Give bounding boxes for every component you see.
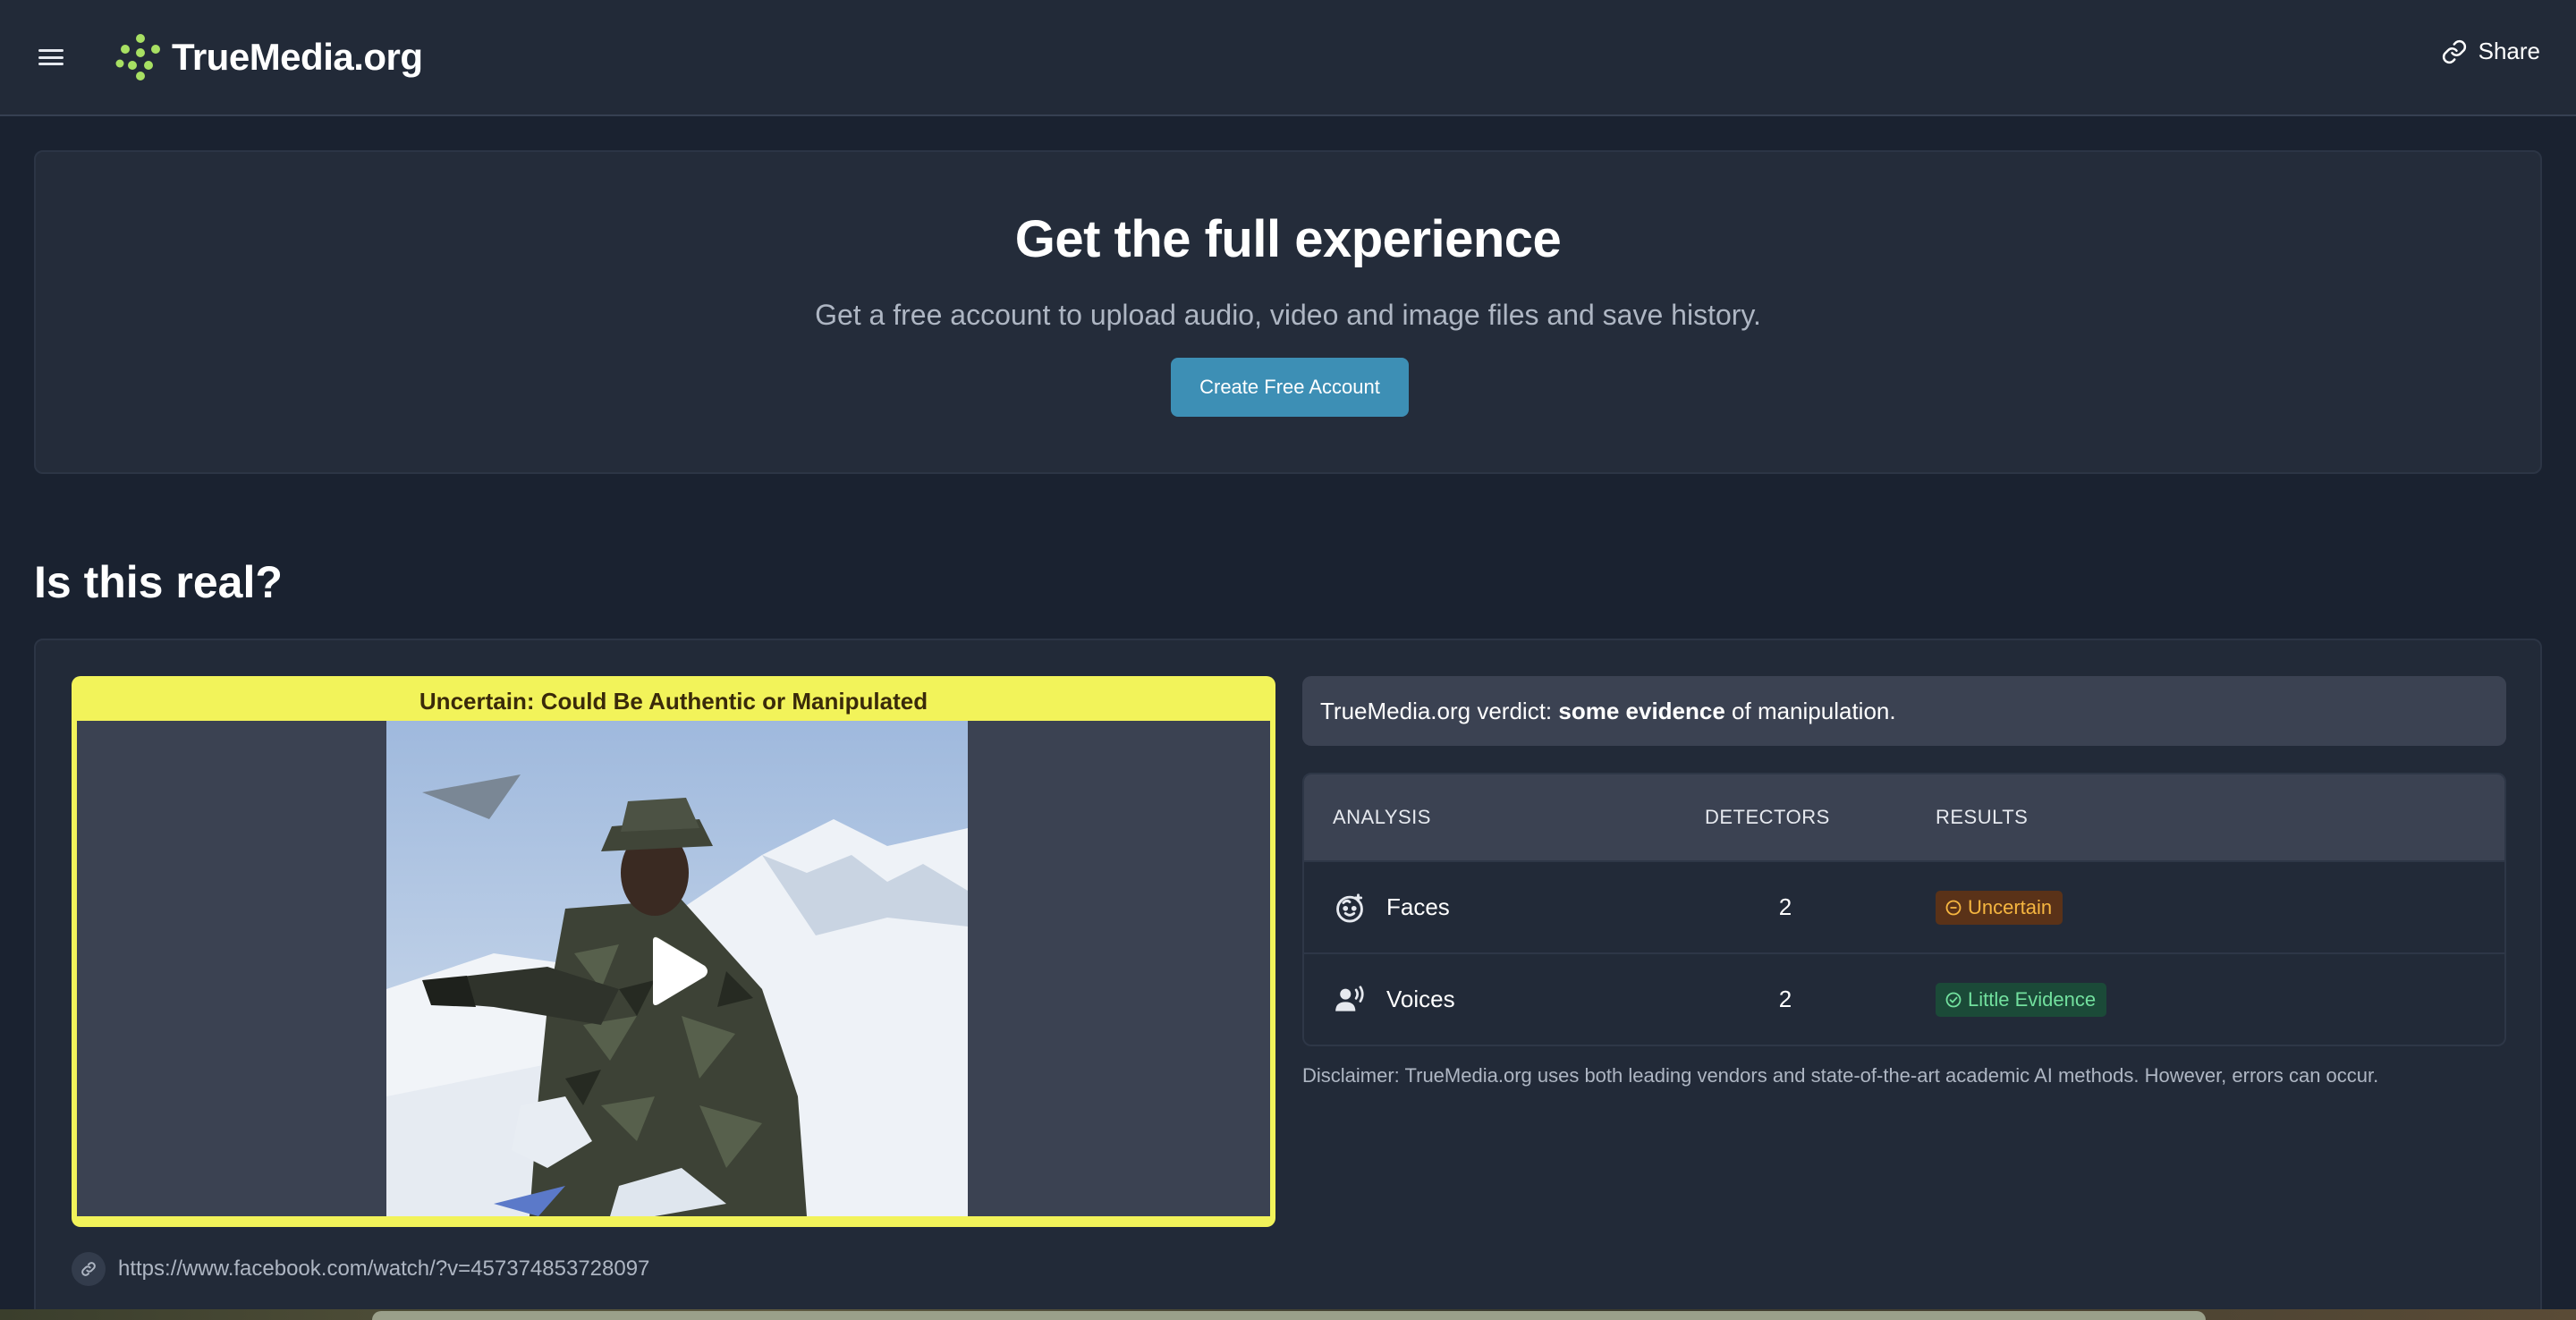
media-verdict-banner: Uncertain: Could Be Authentic or Manipul… (419, 687, 928, 715)
logo-icon (115, 34, 160, 80)
header-detectors: DETECTORS (1705, 806, 1830, 828)
share-button[interactable]: Share (2441, 38, 2540, 65)
media-body (77, 721, 1270, 1216)
promo-card: Get the full experience Get a free accou… (34, 150, 2542, 474)
source-link-row[interactable]: https://www.facebook.com/watch/?v=457374… (72, 1252, 649, 1286)
table-row-voices[interactable]: Voices 2 Little Evidence (1304, 952, 2504, 1045)
row-detector-count: 2 (1778, 986, 1792, 1012)
status-badge-text: Uncertain (1968, 895, 2053, 918)
analysis-table-header: ANALYSIS DETECTORS RESULTS (1304, 774, 2504, 860)
verdict-suffix: of manipulation. (1724, 697, 1896, 724)
link-icon (81, 1262, 96, 1276)
page: TrueMedia.org Share Get the full experie… (0, 0, 2576, 1320)
header-results: RESULTS (1936, 806, 2029, 828)
status-badge-text: Little Evidence (1968, 987, 2097, 1011)
promo-title: Get the full experience (1014, 210, 1562, 268)
bottom-scroll-pill (372, 1311, 2206, 1320)
status-badge-uncertain: Uncertain (1936, 890, 2063, 925)
top-header: TrueMedia.org Share (0, 0, 2576, 116)
video-player[interactable] (386, 721, 968, 1216)
link-icon (2442, 39, 2466, 63)
face-icon (1336, 893, 1363, 922)
row-label-faces: Faces (1333, 891, 1450, 925)
minus-circle-icon (1945, 900, 1962, 915)
source-link-icon-badge (72, 1252, 106, 1286)
section-title: Is this real? (34, 557, 283, 607)
verdict-box: TrueMedia.org verdict: some evidence of … (1302, 676, 2506, 746)
promo-subtitle: Get a free account to upload audio, vide… (815, 299, 1761, 331)
play-icon[interactable] (646, 935, 710, 1007)
verdict-prefix: TrueMedia.org verdict: (1320, 697, 1559, 724)
table-row-faces[interactable]: Faces 2 Uncertain (1304, 860, 2504, 952)
share-label: Share (2478, 38, 2540, 64)
create-account-button[interactable]: Create Free Account (1171, 358, 1409, 417)
row-label-text: Faces (1386, 893, 1450, 920)
disclaimer-text: Disclaimer: TrueMedia.org uses both lead… (1302, 1064, 2379, 1087)
row-label-text: Voices (1386, 986, 1455, 1012)
media-frame: Uncertain: Could Be Authentic or Manipul… (72, 676, 1275, 1227)
logo-text: TrueMedia.org (172, 36, 423, 78)
logo[interactable]: TrueMedia.org (114, 31, 423, 83)
check-circle-icon (1945, 992, 1962, 1007)
header-analysis: ANALYSIS (1333, 806, 1431, 828)
menu-icon[interactable] (36, 44, 66, 71)
row-detector-count: 2 (1778, 893, 1792, 920)
source-url[interactable]: https://www.facebook.com/watch/?v=457374… (118, 1257, 649, 1282)
row-label-voices: Voices (1333, 983, 1455, 1017)
result-card: Uncertain: Could Be Authentic or Manipul… (34, 639, 2542, 1320)
voice-icon (1335, 985, 1364, 1011)
analysis-table: ANALYSIS DETECTORS RESULTS Faces 2 Uncer… (1302, 773, 2506, 1046)
verdict-emphasis: some evidence (1558, 697, 1725, 724)
status-badge-little-evidence: Little Evidence (1936, 982, 2107, 1017)
